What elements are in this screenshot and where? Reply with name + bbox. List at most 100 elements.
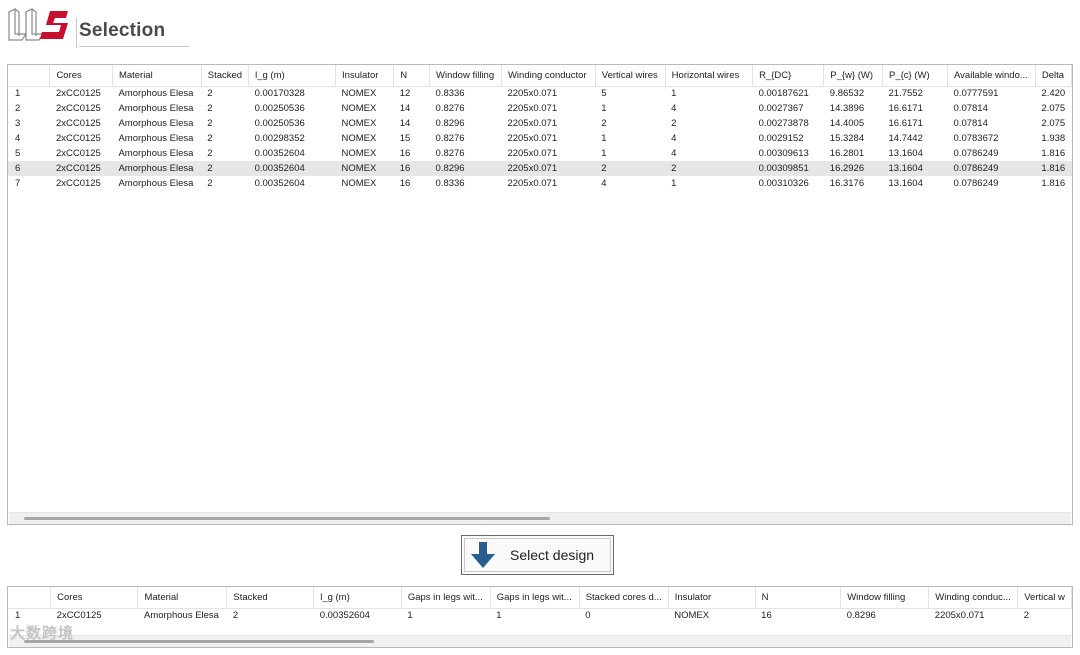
table-cell[interactable]: 2205x0.071 <box>501 176 595 191</box>
column-header[interactable]: Winding conductor <box>501 65 596 87</box>
row-number[interactable]: 5 <box>8 146 50 161</box>
column-header[interactable]: Window filling <box>429 65 502 87</box>
table-cell[interactable]: 16 <box>393 161 430 176</box>
table-cell[interactable]: 0.00309613 <box>753 146 824 161</box>
table-cell[interactable]: 2 <box>665 116 752 131</box>
table-row[interactable]: 1 2xCC0125 Amorphous Elesa 2 0.00170328 NOMEX… <box>8 86 1072 101</box>
table-cell[interactable]: 0.8296 <box>430 116 502 131</box>
column-header[interactable]: Stacked cores d... <box>579 587 669 609</box>
table-cell[interactable]: 2205x0.071 <box>929 608 1018 623</box>
table-row[interactable]: 4 2xCC0125 Amorphous Elesa 2 0.00298352 NOMEX… <box>8 131 1072 146</box>
table-cell[interactable]: 0.00352604 <box>248 161 336 176</box>
table-cell[interactable]: 0.0027367 <box>753 101 824 116</box>
table-cell[interactable]: 0.00250536 <box>249 116 336 131</box>
table-cell[interactable]: 13.1604 <box>883 176 948 191</box>
table-cell[interactable]: 1.816 <box>1035 146 1071 161</box>
table-cell[interactable]: 1 <box>595 146 665 161</box>
column-header[interactable]: Material <box>112 65 202 87</box>
column-header[interactable]: Available windo... <box>947 65 1036 87</box>
table-cell[interactable]: 2205x0.071 <box>501 116 595 131</box>
table-cell[interactable]: 0.07814 <box>948 116 1036 131</box>
table-cell[interactable]: 16.3176 <box>824 176 883 191</box>
table-cell[interactable]: 14.4005 <box>824 116 883 131</box>
results-scrollbar-thumb[interactable] <box>24 517 550 520</box>
table-cell[interactable]: 15 <box>394 131 430 146</box>
table-cell[interactable]: 0 <box>579 608 668 623</box>
table-cell[interactable]: 2 <box>201 131 248 146</box>
table-cell[interactable]: Amorphous Elesa <box>112 146 201 161</box>
table-cell[interactable]: 2205x0.071 <box>501 161 596 176</box>
row-number[interactable]: 6 <box>8 161 50 176</box>
row-number[interactable]: 1 <box>8 86 50 101</box>
row-number-header[interactable] <box>8 587 52 609</box>
table-cell[interactable]: 16.6171 <box>883 116 948 131</box>
table-cell[interactable]: NOMEX <box>335 86 393 101</box>
table-cell[interactable]: 0.0786249 <box>947 161 1036 176</box>
table-cell[interactable]: 0.00309851 <box>752 161 824 176</box>
table-cell[interactable]: 0.00273878 <box>753 116 824 131</box>
row-number[interactable]: 2 <box>8 101 50 116</box>
column-header[interactable]: Insulator <box>668 587 756 609</box>
table-cell[interactable]: 16 <box>394 176 430 191</box>
column-header[interactable]: l_g (m) <box>313 587 402 609</box>
table-row[interactable]: 1 2xCC0125 Amorphous Elesa 2 0.00352604 1 1 0 NO… <box>8 608 1072 623</box>
select-design-button[interactable]: Select design <box>461 535 614 575</box>
table-cell[interactable]: 1.938 <box>1035 131 1071 146</box>
table-cell[interactable]: 2 <box>201 176 248 191</box>
table-cell[interactable]: 0.0783672 <box>948 131 1036 146</box>
table-cell[interactable]: 0.0777591 <box>948 86 1036 101</box>
table-cell[interactable]: 2xCC0125 <box>51 608 138 623</box>
results-grid[interactable]: Cores Material Stacked l_g (m) Insulator N Win… <box>8 65 1072 191</box>
column-header[interactable]: Gaps in legs wit... <box>401 587 491 609</box>
table-cell[interactable]: Amorphous Elesa <box>112 161 202 176</box>
column-header[interactable]: Gaps in legs wit... <box>490 587 580 609</box>
column-header[interactable]: Stacked <box>226 587 315 609</box>
table-cell[interactable]: 0.8296 <box>841 608 929 623</box>
table-cell[interactable]: 15.3284 <box>824 131 883 146</box>
table-cell[interactable]: 0.8336 <box>430 86 502 101</box>
table-cell[interactable]: 2 <box>201 86 248 101</box>
table-cell[interactable]: 2 <box>227 608 314 623</box>
column-header[interactable]: Vertical wires <box>595 65 666 87</box>
table-cell[interactable]: 4 <box>595 176 665 191</box>
table-cell[interactable]: 2xCC0125 <box>50 146 113 161</box>
column-header[interactable]: Winding conduc... <box>928 587 1019 609</box>
table-cell[interactable]: Amorphous Elesa <box>112 101 201 116</box>
table-cell[interactable]: 0.8336 <box>430 176 502 191</box>
table-cell[interactable]: 2 <box>595 161 666 176</box>
table-cell[interactable]: 5 <box>595 86 665 101</box>
table-cell[interactable]: 0.8296 <box>429 161 502 176</box>
table-cell[interactable]: 1.816 <box>1035 176 1071 191</box>
column-header[interactable]: l_g (m) <box>248 65 336 87</box>
table-cell[interactable]: 2 <box>201 101 248 116</box>
table-cell[interactable]: 0.0786249 <box>948 176 1036 191</box>
table-cell[interactable]: Amorphous Elesa <box>138 608 227 623</box>
table-cell[interactable]: NOMEX <box>335 116 393 131</box>
table-cell[interactable]: 4 <box>665 101 752 116</box>
table-cell[interactable]: 13.1604 <box>883 146 948 161</box>
table-cell[interactable]: 0.00310326 <box>753 176 824 191</box>
column-header[interactable]: Insulator <box>335 65 395 87</box>
results-table[interactable]: Cores Material Stacked l_g (m) Insulator N Win… <box>7 64 1073 525</box>
results-horizontal-scrollbar[interactable] <box>9 512 1071 524</box>
table-cell[interactable]: 2205x0.071 <box>501 131 595 146</box>
table-cell[interactable]: 0.8276 <box>430 131 502 146</box>
table-cell[interactable]: 0.00250536 <box>249 101 336 116</box>
table-cell[interactable]: 4 <box>665 131 752 146</box>
row-number-header[interactable] <box>8 65 51 87</box>
table-cell[interactable]: 2 <box>595 116 665 131</box>
table-cell[interactable]: Amorphous Elesa <box>112 176 201 191</box>
table-cell[interactable]: 2xCC0125 <box>50 116 113 131</box>
column-header[interactable]: Stacked <box>201 65 250 87</box>
table-cell[interactable]: 0.00298352 <box>249 131 336 146</box>
table-cell[interactable]: 2.075 <box>1035 101 1071 116</box>
table-cell[interactable]: 1 <box>595 131 665 146</box>
table-cell[interactable]: 14.3896 <box>824 101 883 116</box>
row-number[interactable]: 3 <box>8 116 50 131</box>
column-header[interactable]: P_{c} (W) <box>882 65 949 87</box>
column-header[interactable]: Horizontal wires <box>665 65 754 87</box>
table-cell[interactable]: 0.8276 <box>430 146 502 161</box>
row-number[interactable]: 1 <box>8 608 51 623</box>
table-cell[interactable]: 16 <box>394 146 430 161</box>
table-cell[interactable]: 1 <box>401 608 490 623</box>
